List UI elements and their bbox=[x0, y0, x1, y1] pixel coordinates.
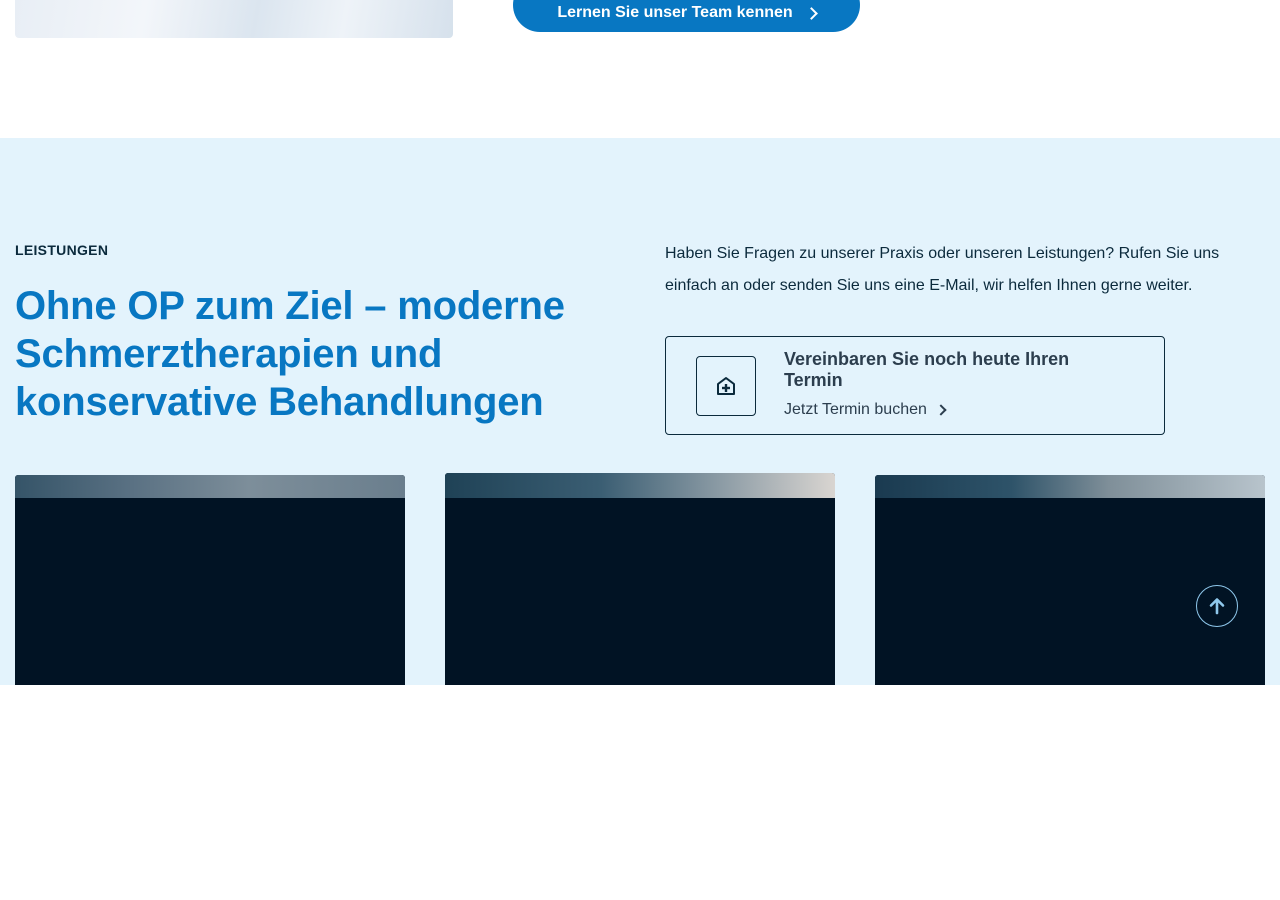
service-card[interactable] bbox=[445, 473, 835, 685]
service-card-image bbox=[875, 475, 1265, 498]
section-eyebrow: LEISTUNGEN bbox=[15, 242, 109, 258]
book-appointment-link[interactable]: Jetzt Termin buchen bbox=[784, 401, 947, 419]
book-appointment-link-label: Jetzt Termin buchen bbox=[784, 401, 927, 418]
appointment-cta-title: Vereinbaren Sie noch heute Ihren Termin bbox=[784, 349, 1070, 390]
hospital-house-icon bbox=[696, 356, 756, 416]
service-card[interactable] bbox=[15, 475, 405, 685]
service-card[interactable] bbox=[875, 475, 1265, 685]
section-intro: Haben Sie Fragen zu unserer Praxis oder … bbox=[665, 245, 1220, 294]
scroll-to-top-button[interactable] bbox=[1196, 585, 1238, 627]
appointment-cta-card[interactable]: Vereinbaren Sie noch heute Ihren Termin … bbox=[665, 336, 1165, 435]
service-card-image bbox=[15, 475, 405, 498]
arrow-up-icon bbox=[1209, 598, 1225, 615]
chevron-right-icon bbox=[935, 404, 947, 416]
team-image bbox=[15, 0, 453, 38]
section-headline: Ohne OP zum Ziel – moderne Schmerztherap… bbox=[15, 284, 565, 424]
meet-team-button[interactable]: Lernen Sie unser Team kennen bbox=[513, 0, 860, 32]
meet-team-button-label: Lernen Sie unser Team kennen bbox=[557, 4, 793, 21]
chevron-right-icon bbox=[804, 7, 818, 20]
page: Lernen Sie unser Team kennen LEISTUNGEN … bbox=[0, 0, 1280, 900]
service-card-image bbox=[445, 473, 835, 498]
services-section: LEISTUNGEN Ohne OP zum Ziel – moderne Sc… bbox=[0, 138, 1280, 685]
